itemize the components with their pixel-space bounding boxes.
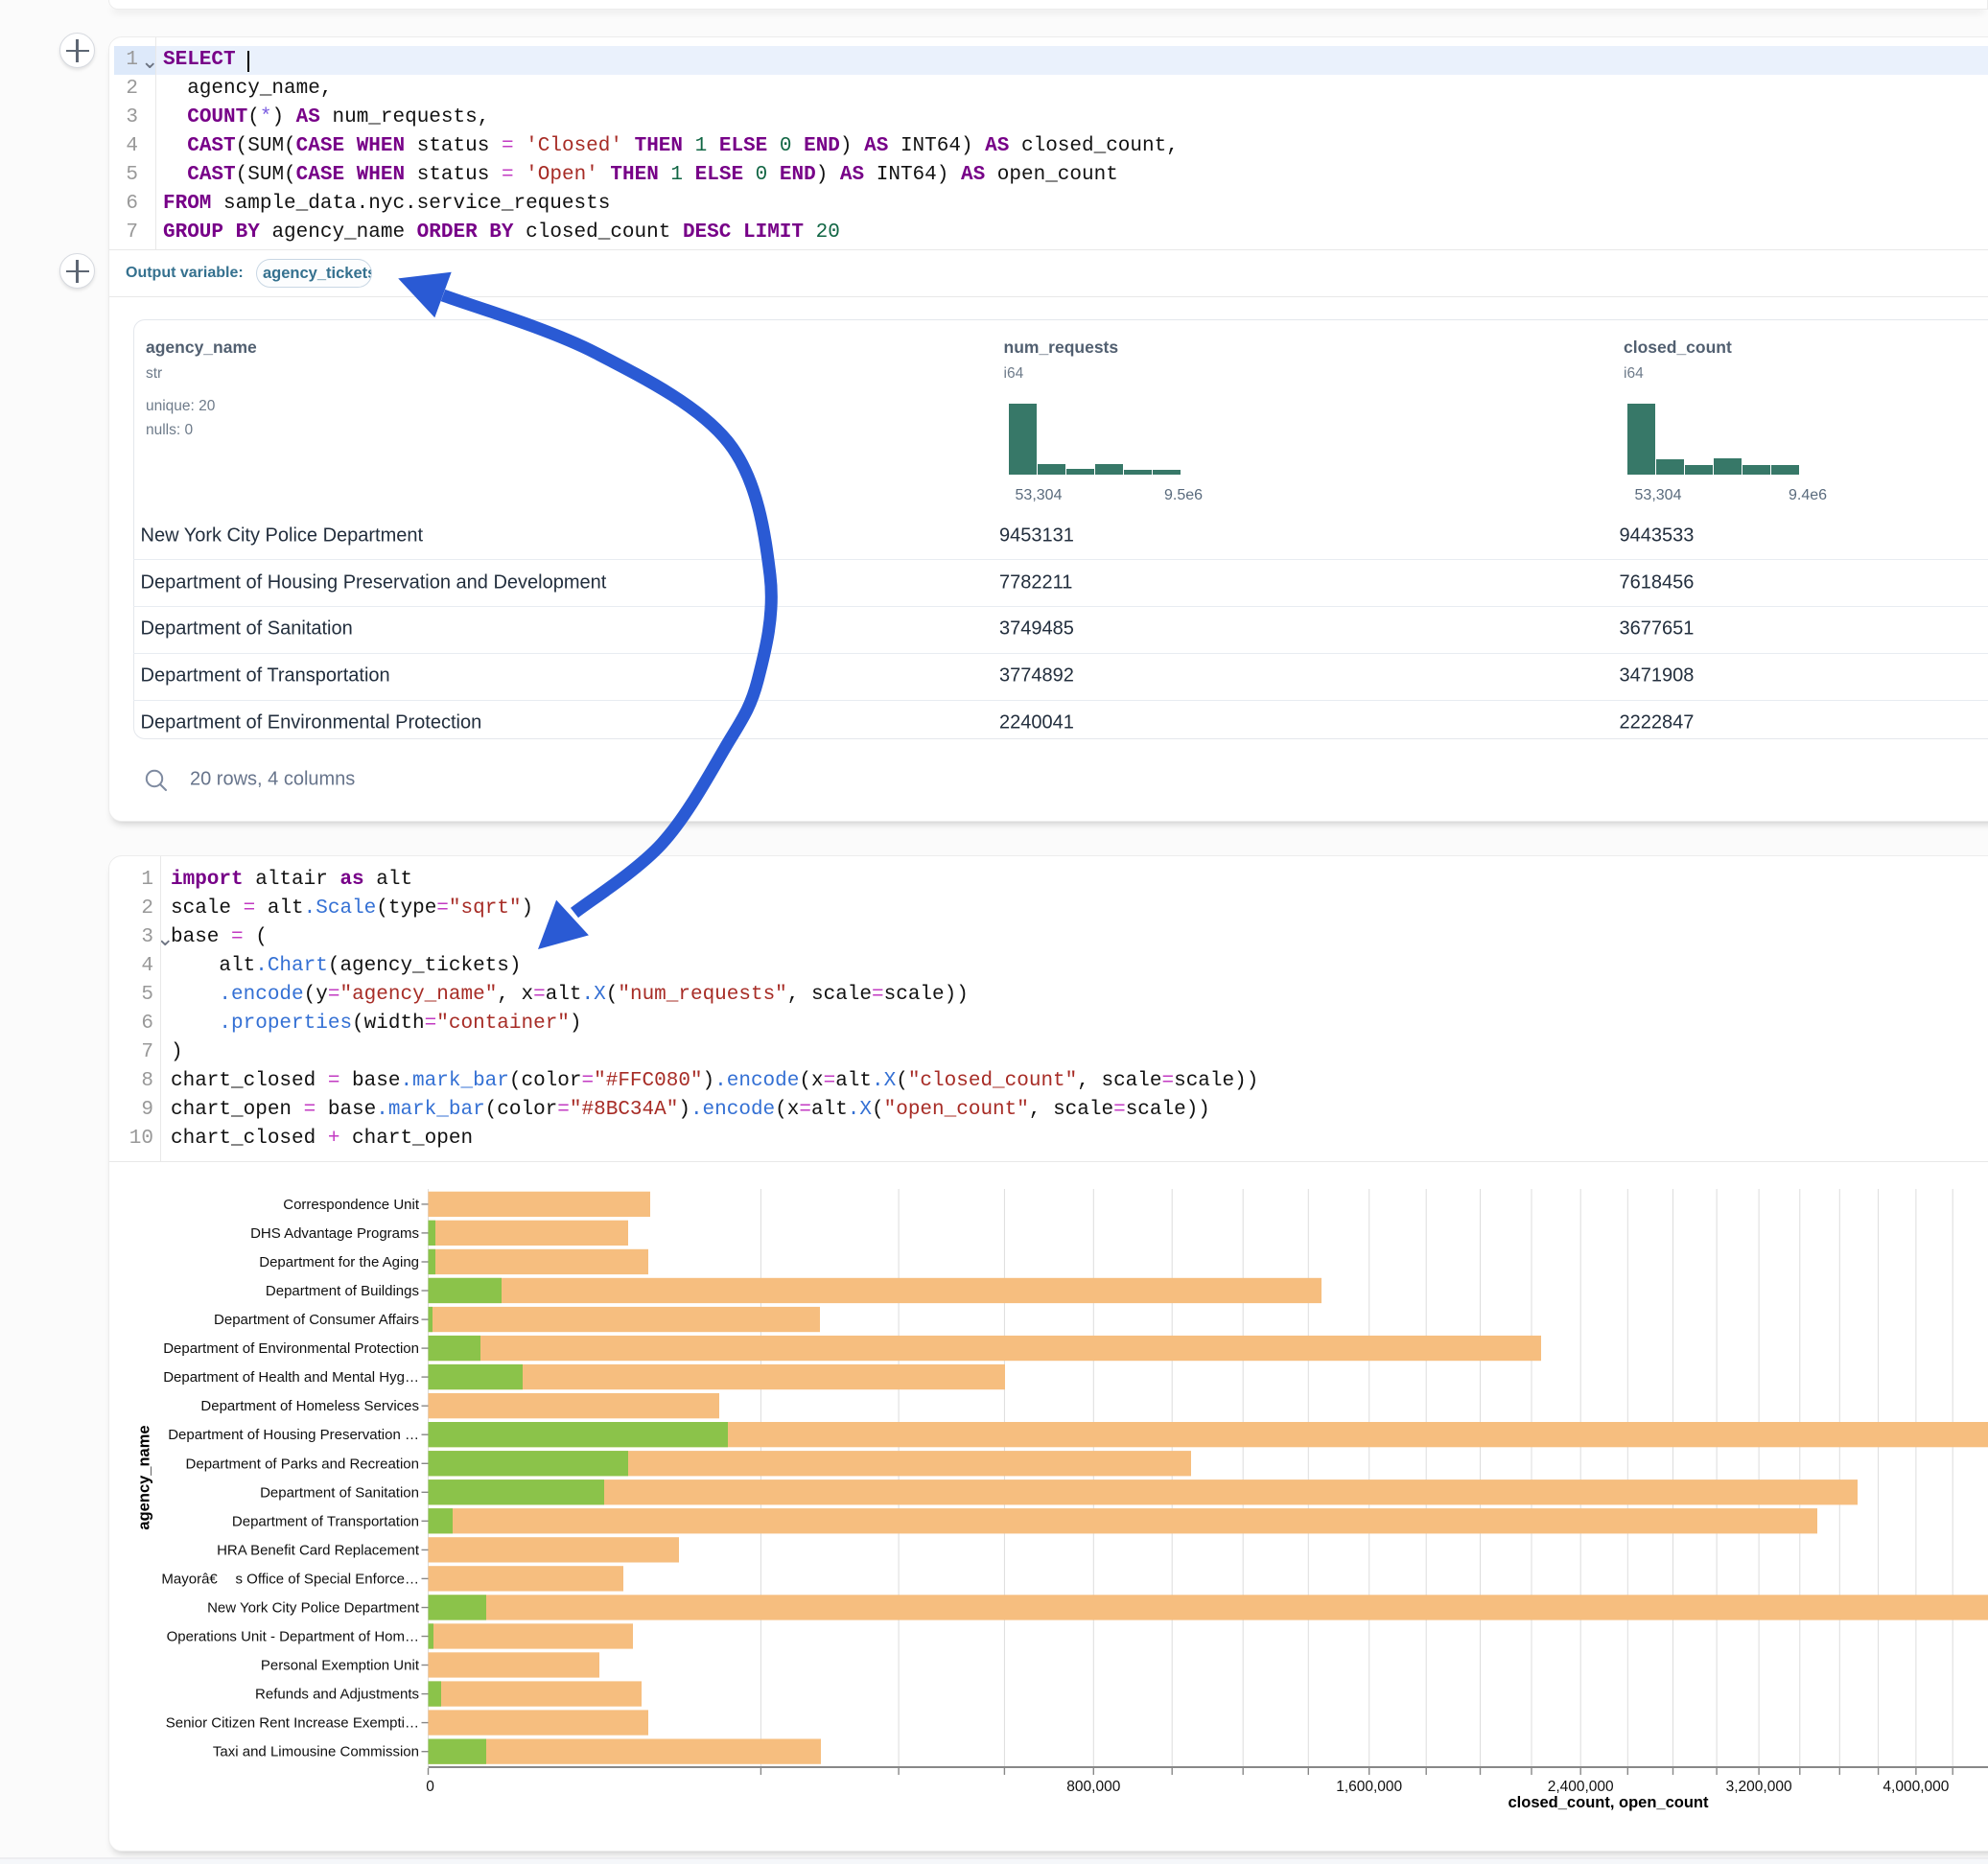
- svg-text:Refunds and Adjustments: Refunds and Adjustments: [255, 1687, 419, 1703]
- svg-text:HRA Benefit Card Replacement: HRA Benefit Card Replacement: [217, 1542, 420, 1558]
- svg-text:closed_count, open_count: closed_count, open_count: [1508, 1794, 1709, 1811]
- svg-text:Department of Environmental Pr: Department of Environmental Protection: [163, 1340, 419, 1357]
- svg-text:0: 0: [426, 1779, 434, 1795]
- svg-text:1,600,000: 1,600,000: [1336, 1779, 1402, 1795]
- svg-text:4,000,000: 4,000,000: [1883, 1779, 1949, 1795]
- svg-text:agency_name: agency_name: [136, 1425, 153, 1529]
- svg-text:DHS Advantage Programs: DHS Advantage Programs: [250, 1225, 419, 1242]
- svg-text:Personal Exemption Unit: Personal Exemption Unit: [261, 1658, 420, 1674]
- svg-text:Operations Unit - Department o: Operations Unit - Department of Hom…: [167, 1629, 419, 1645]
- svg-text:Department of Parks and Recrea: Department of Parks and Recreation: [186, 1456, 419, 1472]
- svg-text:Taxi and Limousine Commission: Taxi and Limousine Commission: [213, 1744, 419, 1760]
- svg-text:3,200,000: 3,200,000: [1726, 1779, 1792, 1795]
- svg-text:New York City Police Departmen: New York City Police Department: [207, 1600, 420, 1617]
- svg-text:Mayorâ€ s Office of Special E: Mayorâ€ s Office of Special Enforce…: [161, 1571, 419, 1587]
- svg-text:Senior Citizen Rent Increase E: Senior Citizen Rent Increase Exempti…: [166, 1715, 419, 1732]
- svg-text:Correspondence Unit: Correspondence Unit: [283, 1197, 420, 1213]
- svg-text:Department for the Aging: Department for the Aging: [259, 1254, 419, 1270]
- svg-text:Department of Health and Menta: Department of Health and Mental Hyg…: [163, 1369, 419, 1386]
- svg-text:2,400,000: 2,400,000: [1548, 1779, 1614, 1795]
- svg-text:Department of Homeless Service: Department of Homeless Services: [200, 1398, 419, 1414]
- svg-text:Department of Consumer Affairs: Department of Consumer Affairs: [214, 1312, 419, 1328]
- svg-text:Department of Buildings: Department of Buildings: [266, 1283, 419, 1299]
- svg-text:800,000: 800,000: [1066, 1779, 1120, 1795]
- svg-text:Department of Sanitation: Department of Sanitation: [260, 1484, 419, 1501]
- svg-text:Department of Transportation: Department of Transportation: [232, 1513, 419, 1529]
- svg-text:Department of Housing Preserva: Department of Housing Preservation …: [168, 1427, 419, 1443]
